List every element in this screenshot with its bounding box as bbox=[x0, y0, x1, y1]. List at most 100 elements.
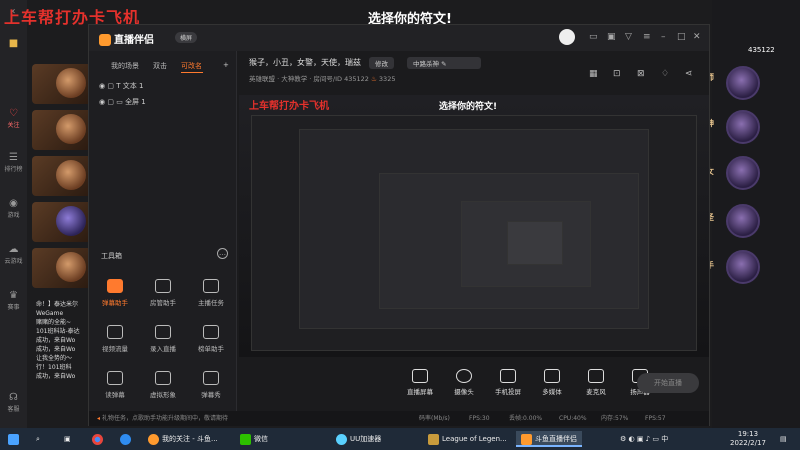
unlock-icon[interactable]: ⊡ bbox=[613, 69, 621, 79]
taskbar-item-uu[interactable]: UU加速器 bbox=[336, 431, 381, 447]
screen-capture-button[interactable]: 直播屏幕 bbox=[397, 369, 443, 396]
tool-danmaku-assistant[interactable]: 弹幕助手 bbox=[95, 279, 135, 307]
stream-preview[interactable]: 上车帮打办卡飞机 选择你的符文! bbox=[239, 95, 709, 357]
right-champion-column bbox=[712, 0, 800, 428]
tab-double-click[interactable]: 双击 bbox=[153, 61, 167, 71]
taskbar-item-wechat[interactable]: 微信 bbox=[240, 431, 268, 447]
task-icon bbox=[203, 279, 219, 293]
tool-ranking[interactable]: 榜单助手 bbox=[191, 325, 231, 353]
preview-overlay-title: 上车帮打办卡飞机 bbox=[249, 101, 329, 112]
notification-icon[interactable]: ▤ bbox=[780, 431, 787, 447]
champion-card bbox=[32, 110, 92, 150]
go-live-button[interactable]: 开始直播 bbox=[637, 373, 699, 393]
taskbar-item-douyu-companion[interactable]: 斗鱼直播伴侣 bbox=[516, 431, 582, 447]
taskbar-item-lol[interactable]: League of Legen... bbox=[428, 431, 507, 447]
source-item[interactable]: ◉ ▢ ▭ 全屏 1 bbox=[99, 97, 146, 107]
camera-icon bbox=[456, 369, 472, 383]
tool-anchor-task[interactable]: 主播任务 bbox=[191, 279, 231, 307]
status-bar: ◂ 礼物任务，点歌助手功能升级期间中，敬请期待 码率(Mb/s) FPS:30 … bbox=[89, 411, 709, 426]
stat-cpu: CPU:40% bbox=[559, 415, 587, 422]
eye-icon: ◉ bbox=[99, 82, 106, 90]
toolbox-title: 工具箱 bbox=[101, 252, 122, 260]
clock-time: 19:13 bbox=[737, 430, 759, 438]
minimize-icon[interactable]: – bbox=[661, 32, 666, 42]
nav-follow[interactable]: ♡ 关注 bbox=[0, 108, 27, 129]
nav-support[interactable]: ☊ 客服 bbox=[0, 392, 27, 413]
lol-icon bbox=[428, 433, 439, 445]
room-id: 435122 bbox=[344, 75, 369, 83]
lock-icon[interactable]: ⊠ bbox=[637, 69, 645, 79]
pencil-icon: ✎ bbox=[441, 60, 447, 68]
fire-icon: ♨ bbox=[371, 75, 377, 83]
room-number-overlay: 435122 bbox=[748, 46, 775, 54]
tab-my-scene[interactable]: 我的场景 bbox=[111, 61, 139, 71]
room-info-bar: 猴子，小丑，女警，天使，瑞兹 修改 中路杀神 ✎ 英雄联盟 · 大神教学 · 房… bbox=[237, 51, 709, 89]
user-avatar[interactable] bbox=[559, 29, 575, 45]
lock-icon: ▢ bbox=[107, 82, 114, 90]
source-item[interactable]: ◉ ▢ T 文本 1 bbox=[99, 81, 143, 91]
tool-virtual-avatar[interactable]: 虚拟形象 bbox=[143, 371, 183, 399]
media-icon bbox=[544, 369, 560, 383]
phone-cast-button[interactable]: 手机投屏 bbox=[485, 369, 531, 396]
share-icon[interactable]: ⋖ bbox=[685, 69, 693, 79]
system-clock[interactable]: 19:13 2022/2/17 bbox=[730, 430, 766, 448]
taskbar-item-browser[interactable]: 我的关注 - 斗鱼... bbox=[148, 431, 218, 447]
champion-card bbox=[32, 156, 92, 196]
tool-room-admin[interactable]: 房管助手 bbox=[143, 279, 183, 307]
bell-icon[interactable]: ♢ bbox=[661, 69, 669, 79]
category-select[interactable]: 中路杀神 ✎ bbox=[407, 57, 481, 69]
shirt-icon[interactable]: ▽ bbox=[625, 32, 632, 42]
folder-icon[interactable]: ■ bbox=[0, 38, 27, 50]
edge-icon bbox=[120, 433, 131, 445]
scene-panel: 我的场景 双击 可改名 + ◉ ▢ T 文本 1 ◉ ▢ ▭ 全屏 1 工具箱 … bbox=[89, 51, 237, 411]
tool-video-flow[interactable]: 视频流量 bbox=[95, 325, 135, 353]
media-button[interactable]: 多媒体 bbox=[529, 369, 575, 396]
task-view-icon[interactable]: ▣ bbox=[64, 431, 71, 447]
champion-card bbox=[32, 248, 92, 288]
champion-avatar bbox=[726, 66, 760, 100]
room-title: 猴子，小丑，女警，天使，瑞兹 bbox=[249, 58, 361, 67]
title-bar: 直播伴侣 横屏 ▭ ▣ ▽ ≡ – □ ✕ bbox=[89, 25, 709, 51]
nav-ranking[interactable]: ☰ 排行榜 bbox=[0, 152, 27, 173]
active-tab-indicator bbox=[181, 72, 203, 73]
tray-icons[interactable]: ⚙ ◐ ▣ ♪ ▭ 中 bbox=[620, 431, 668, 447]
champion-avatar bbox=[726, 204, 760, 238]
close-icon[interactable]: ✕ bbox=[693, 32, 701, 42]
chrome-button[interactable] bbox=[92, 431, 106, 447]
camera-button[interactable]: 摄像头 bbox=[441, 369, 487, 396]
nav-game[interactable]: ◉ 游戏 bbox=[0, 198, 27, 219]
menu-icon[interactable]: ≡ bbox=[643, 32, 651, 42]
search-icon[interactable]: ⌕ bbox=[36, 431, 40, 447]
game-label[interactable]: 英雄联盟 · 大神教学 bbox=[249, 75, 307, 83]
mode-badge[interactable]: 横屏 bbox=[175, 32, 198, 43]
tab-renamable[interactable]: 可改名 bbox=[181, 61, 202, 71]
edit-title-button[interactable]: 修改 bbox=[369, 57, 394, 69]
mic-icon bbox=[588, 369, 604, 383]
status-message: 礼物任务，点歌助手功能升级期间中，敬请期待 bbox=[101, 415, 228, 422]
windows-icon bbox=[8, 433, 19, 445]
danmaku-show-icon bbox=[203, 371, 219, 385]
tool-record-live[interactable]: 录入直播 bbox=[143, 325, 183, 353]
champion-grid bbox=[32, 52, 96, 292]
preview-rune-title: 选择你的符文! bbox=[439, 102, 498, 112]
maximize-icon[interactable]: □ bbox=[677, 32, 686, 42]
tool-danmaku-show[interactable]: 弹幕秀 bbox=[191, 371, 231, 399]
streaming-app-window: 直播伴侣 横屏 ▭ ▣ ▽ ≡ – □ ✕ 我的场景 双击 可改名 + ◉ ▢ … bbox=[88, 24, 710, 426]
chrome-icon bbox=[92, 433, 103, 445]
champion-avatar bbox=[726, 110, 760, 144]
gift-icon[interactable]: ▣ bbox=[607, 32, 616, 42]
microphone-button[interactable]: 麦克风 bbox=[573, 369, 619, 396]
add-scene-icon[interactable]: + bbox=[223, 61, 229, 69]
nav-events[interactable]: ♛ 赛事 bbox=[0, 290, 27, 311]
screen-icon bbox=[412, 369, 428, 383]
nav-cloud-game[interactable]: ☁ 云游戏 bbox=[0, 244, 27, 265]
logo-icon bbox=[99, 34, 111, 46]
layout-icon[interactable]: ▦ bbox=[589, 69, 598, 79]
room-meta: 英雄联盟 · 大神教学 · 房间号/ID 435122 ♨ 3325 bbox=[249, 75, 396, 83]
champion-avatar bbox=[726, 250, 760, 284]
toolbox-more-icon[interactable]: … bbox=[217, 248, 228, 259]
windows-start-button[interactable] bbox=[8, 431, 22, 447]
tool-read-danmaku[interactable]: 读弹幕 bbox=[95, 371, 135, 399]
message-icon[interactable]: ▭ bbox=[589, 32, 598, 42]
edge-button[interactable] bbox=[120, 431, 134, 447]
